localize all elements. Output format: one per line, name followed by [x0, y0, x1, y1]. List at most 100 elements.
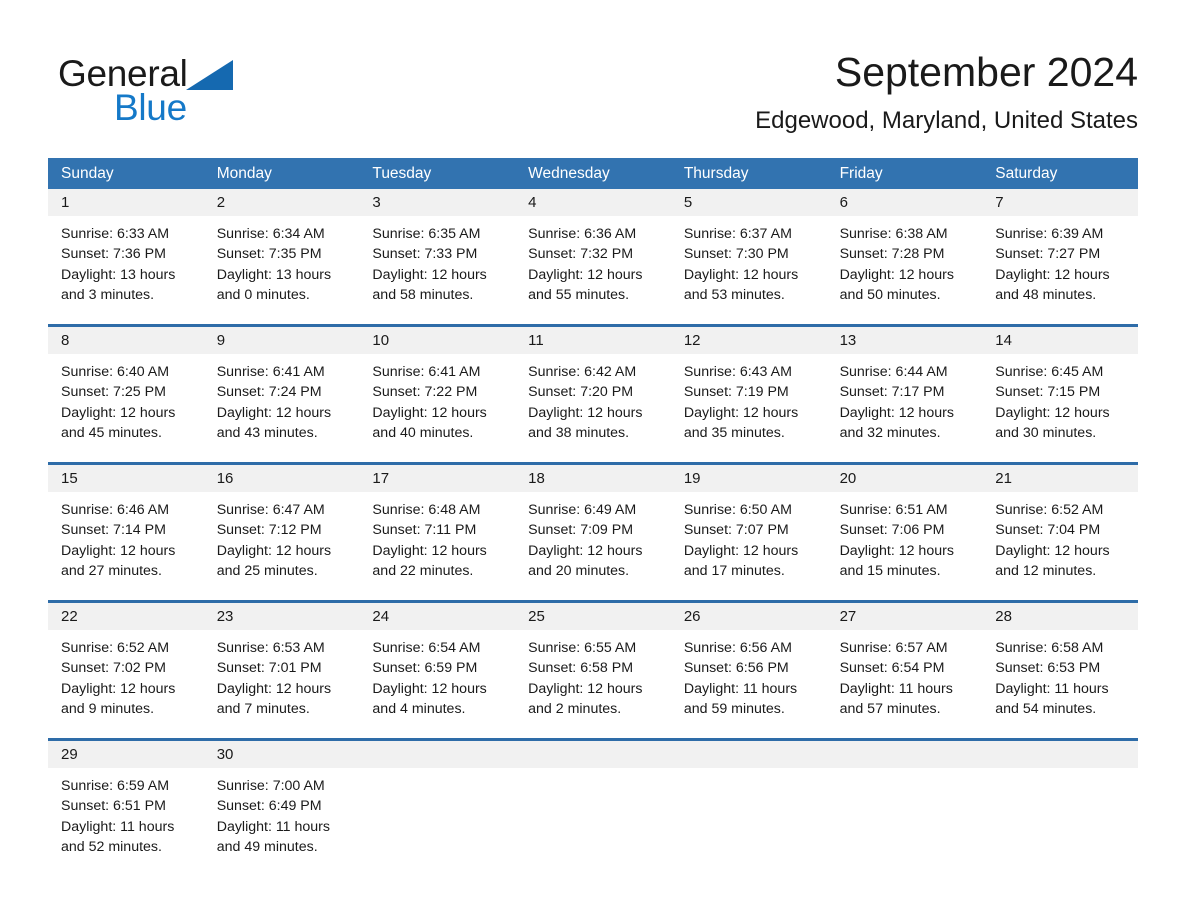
sunset-text: Sunset: 7:27 PM [995, 246, 1101, 263]
daylight-text: Daylight: 12 hours and 38 minutes. [528, 404, 643, 441]
sunset-text: Sunset: 7:07 PM [683, 522, 789, 539]
day-number: 6 [839, 194, 848, 211]
day-cell: Sunrise: 6:52 AM Sunset: 7:04 PM Dayligh… [982, 492, 1138, 600]
calendar-week-row: 22 23 24 25 26 27 28 Sunrise: 6:52 AM Su… [48, 600, 1138, 738]
day-number: 1 [61, 194, 70, 211]
calendar-page: General Blue September 2024 Edgewood, Ma… [0, 0, 1188, 918]
day-number: 14 [995, 332, 1012, 349]
sunset-text: Sunset: 7:36 PM [61, 246, 166, 263]
day-cell: Sunrise: 6:49 AM Sunset: 7:09 PM Dayligh… [515, 492, 671, 600]
daylight-text: Daylight: 11 hours and 49 minutes. [216, 818, 331, 855]
week-detail-row: Sunrise: 6:46 AM Sunset: 7:14 PM Dayligh… [48, 492, 1138, 600]
day-number: 13 [839, 332, 857, 349]
week-detail-row: Sunrise: 6:40 AM Sunset: 7:25 PM Dayligh… [48, 354, 1138, 462]
day-number: 23 [216, 608, 234, 625]
day-number: 15 [61, 470, 78, 487]
day-number-empty [515, 741, 671, 768]
weekday-header-sunday: Sunday [61, 165, 114, 182]
day-cell-empty [671, 768, 827, 876]
sunset-text: Sunset: 7:33 PM [372, 246, 478, 263]
daylight-text: Daylight: 12 hours and 22 minutes. [372, 542, 487, 579]
daylight-text: Daylight: 12 hours and 2 minutes. [528, 680, 643, 717]
week-detail-row: Sunrise: 6:52 AM Sunset: 7:02 PM Dayligh… [48, 630, 1138, 738]
sunrise-text: Sunrise: 6:45 AM [995, 364, 1104, 380]
page-title: September 2024 [834, 49, 1138, 95]
day-number: 24 [372, 608, 390, 625]
sunrise-text: Sunrise: 6:52 AM [61, 640, 170, 656]
sunset-text: Sunset: 7:28 PM [839, 246, 945, 263]
week-daynumber-band: 15 16 17 18 19 20 21 [48, 465, 1138, 492]
sunset-text: Sunset: 7:25 PM [61, 384, 166, 401]
daylight-text: Daylight: 12 hours and 15 minutes. [839, 542, 954, 579]
page-header: General Blue September 2024 Edgewood, Ma… [48, 40, 1140, 148]
day-cell: Sunrise: 6:53 AM Sunset: 7:01 PM Dayligh… [204, 630, 360, 738]
day-cell: Sunrise: 6:48 AM Sunset: 7:11 PM Dayligh… [359, 492, 515, 600]
daylight-text: Daylight: 12 hours and 55 minutes. [528, 266, 643, 303]
daylight-text: Daylight: 12 hours and 27 minutes. [61, 542, 176, 579]
sunrise-text: Sunrise: 6:35 AM [372, 226, 481, 242]
sunrise-text: Sunrise: 6:33 AM [61, 226, 170, 242]
day-number: 22 [61, 608, 78, 625]
sunrise-text: Sunrise: 6:37 AM [683, 226, 792, 242]
sunset-text: Sunset: 7:12 PM [216, 522, 322, 539]
sunrise-text: Sunrise: 6:52 AM [995, 502, 1104, 518]
sunset-text: Sunset: 7:02 PM [61, 660, 166, 677]
sunrise-text: Sunrise: 6:41 AM [372, 364, 481, 380]
day-number: 5 [683, 194, 693, 211]
sunset-text: Sunset: 7:32 PM [528, 246, 634, 263]
day-cell: Sunrise: 6:43 AM Sunset: 7:19 PM Dayligh… [671, 354, 827, 462]
sunrise-text: Sunrise: 6:56 AM [683, 640, 792, 656]
sunrise-text: Sunrise: 6:59 AM [61, 778, 170, 794]
calendar-table: Sunday Monday Tuesday Wednesday Thursday… [48, 158, 1138, 876]
daylight-text: Daylight: 12 hours and 58 minutes. [372, 266, 487, 303]
sunrise-text: Sunrise: 6:49 AM [528, 502, 637, 518]
daylight-text: Daylight: 13 hours and 3 minutes. [61, 266, 176, 303]
weekday-header-monday: Monday [216, 165, 272, 182]
day-number: 3 [372, 194, 381, 211]
day-number: 30 [216, 746, 234, 763]
day-number-empty [982, 741, 1138, 768]
daylight-text: Daylight: 12 hours and 53 minutes. [683, 266, 799, 303]
day-cell: Sunrise: 6:51 AM Sunset: 7:06 PM Dayligh… [827, 492, 983, 600]
daylight-text: Daylight: 11 hours and 59 minutes. [683, 680, 798, 717]
daylight-text: Daylight: 12 hours and 7 minutes. [216, 680, 332, 717]
day-cell: Sunrise: 6:54 AM Sunset: 6:59 PM Dayligh… [359, 630, 515, 738]
day-cell-empty [515, 768, 671, 876]
day-cell: Sunrise: 6:39 AM Sunset: 7:27 PM Dayligh… [982, 216, 1138, 324]
day-cell: Sunrise: 6:36 AM Sunset: 7:32 PM Dayligh… [515, 216, 671, 324]
weekday-header-thursday: Thursday [683, 165, 749, 182]
sunrise-text: Sunrise: 6:39 AM [995, 226, 1104, 242]
location-subtitle: Edgewood, Maryland, United States [755, 107, 1138, 134]
daylight-text: Daylight: 12 hours and 35 minutes. [683, 404, 799, 441]
weekday-header-tuesday: Tuesday [372, 165, 432, 182]
day-cell: Sunrise: 6:37 AM Sunset: 7:30 PM Dayligh… [671, 216, 827, 324]
weekday-header-friday: Friday [839, 165, 883, 182]
day-number: 26 [683, 608, 701, 625]
week-daynumber-band: 29 30 [48, 741, 1138, 768]
day-cell: Sunrise: 6:41 AM Sunset: 7:22 PM Dayligh… [359, 354, 515, 462]
daylight-text: Daylight: 12 hours and 43 minutes. [216, 404, 332, 441]
day-number: 27 [839, 608, 857, 625]
title-block: September 2024 Edgewood, Maryland, Unite… [438, 46, 1138, 138]
sunset-text: Sunset: 7:14 PM [61, 522, 166, 539]
day-number: 8 [61, 332, 70, 349]
sunset-text: Sunset: 7:15 PM [995, 384, 1101, 401]
sunrise-text: Sunrise: 6:53 AM [216, 640, 325, 656]
daylight-text: Daylight: 12 hours and 9 minutes. [61, 680, 176, 717]
sunrise-text: Sunrise: 6:55 AM [528, 640, 637, 656]
day-cell: Sunrise: 6:56 AM Sunset: 6:56 PM Dayligh… [671, 630, 827, 738]
day-cell: Sunrise: 6:42 AM Sunset: 7:20 PM Dayligh… [515, 354, 671, 462]
daylight-text: Daylight: 12 hours and 17 minutes. [683, 542, 799, 579]
sunset-text: Sunset: 7:09 PM [528, 522, 634, 539]
sunrise-text: Sunrise: 6:58 AM [995, 640, 1104, 656]
sunset-text: Sunset: 6:51 PM [61, 798, 166, 815]
daylight-text: Daylight: 12 hours and 50 minutes. [839, 266, 954, 303]
sunset-text: Sunset: 7:22 PM [372, 384, 478, 401]
daylight-text: Daylight: 12 hours and 48 minutes. [995, 266, 1110, 303]
daylight-text: Daylight: 12 hours and 45 minutes. [61, 404, 176, 441]
weekday-header-saturday: Saturday [995, 165, 1058, 182]
sunrise-text: Sunrise: 6:36 AM [528, 226, 637, 242]
sunset-text: Sunset: 7:24 PM [216, 384, 322, 401]
logo-text-blue: Blue [114, 87, 187, 128]
day-number-empty [827, 741, 983, 768]
